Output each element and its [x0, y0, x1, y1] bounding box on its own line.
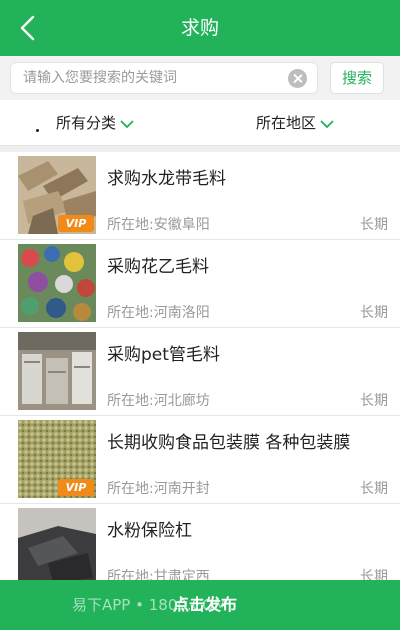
- listing-term: 长期: [360, 481, 388, 497]
- listing-title: 采购pet管毛料: [107, 345, 220, 365]
- vip-badge: VIP: [58, 215, 94, 232]
- list-item[interactable]: 采购pet管毛料 所在地:河北廊坊 长期: [0, 328, 400, 416]
- category-filter-label: 所有分类: [56, 114, 117, 132]
- listing-thumbnail: [18, 332, 96, 410]
- search-button[interactable]: 搜索: [330, 62, 384, 94]
- listing-title: 采购花乙毛料: [107, 257, 209, 277]
- listing-thumbnail: VIP: [18, 156, 96, 234]
- listing-location: 所在地:安徽阜阳: [107, 217, 210, 233]
- listing-term: 长期: [360, 305, 388, 321]
- page-title: 求购: [180, 17, 219, 39]
- region-filter[interactable]: 所在地区: [256, 100, 334, 146]
- search-input[interactable]: [23, 63, 283, 93]
- listing-location: 所在地:甘肃定西: [107, 569, 210, 580]
- chevron-down-icon: [320, 119, 334, 129]
- region-filter-label: 所在地区: [256, 114, 317, 132]
- listing-thumbnail: [18, 244, 96, 322]
- list-item[interactable]: 水粉保险杠 所在地:甘肃定西 长期: [0, 504, 400, 580]
- listing-term: 长期: [360, 393, 388, 409]
- search-bar: 搜索: [0, 56, 400, 100]
- listing-location: 所在地:河北廊坊: [107, 393, 210, 409]
- listing-title: 求购水龙带毛料: [107, 169, 226, 189]
- clear-icon[interactable]: [288, 69, 307, 88]
- publish-button[interactable]: 点击发布: [160, 580, 250, 630]
- chevron-down-icon: [120, 119, 134, 129]
- listing-thumbnail: [18, 508, 96, 580]
- footer-bar: 易下APP • 1800.COM 点击发布: [0, 580, 400, 630]
- filter-bar: 所有分类 所在地区: [0, 100, 400, 146]
- listing-location: 所在地:河南洛阳: [107, 305, 210, 321]
- listing-title: 水粉保险杠: [107, 521, 192, 541]
- vip-badge: VIP: [58, 479, 94, 496]
- listing-list: VIP 求购水龙带毛料 所在地:安徽阜阳 长期 采购花乙毛料 所在地:河南洛阳 …: [0, 152, 400, 580]
- list-item[interactable]: VIP 求购水龙带毛料 所在地:安徽阜阳 长期: [0, 152, 400, 240]
- listing-title: 长期收购食品包装膜 各种包装膜: [107, 433, 351, 453]
- listing-location: 所在地:河南开封: [107, 481, 210, 497]
- category-filter[interactable]: 所有分类: [56, 100, 134, 146]
- dot-mark: [36, 129, 39, 132]
- list-item[interactable]: 采购花乙毛料 所在地:河南洛阳 长期: [0, 240, 400, 328]
- app-header: 求购: [0, 0, 400, 56]
- listing-term: 长期: [360, 569, 388, 580]
- list-item[interactable]: VIP 长期收购食品包装膜 各种包装膜 所在地:河南开封 长期: [0, 416, 400, 504]
- listing-thumbnail: VIP: [18, 420, 96, 498]
- search-box: [10, 62, 318, 94]
- listing-term: 长期: [360, 217, 388, 233]
